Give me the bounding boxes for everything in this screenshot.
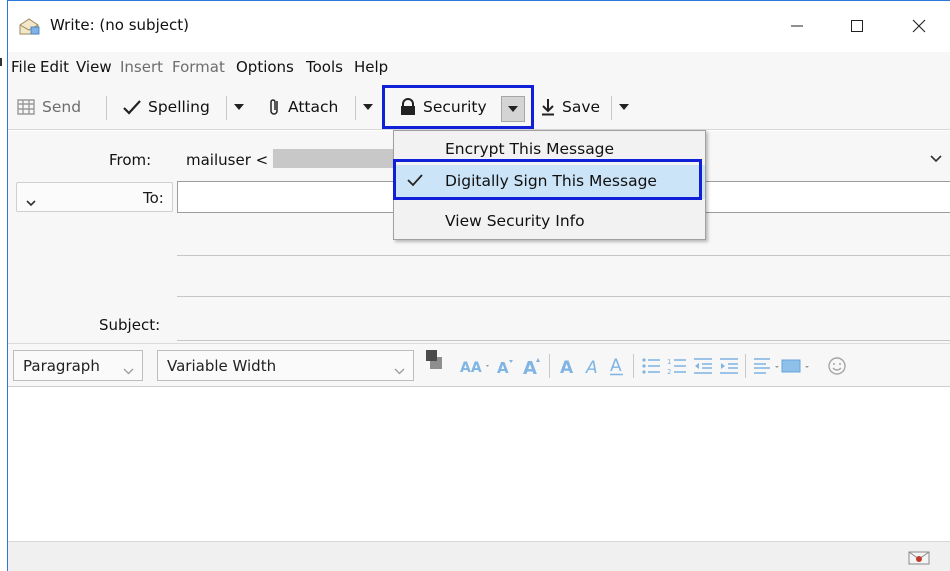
- menu-file[interactable]: File: [11, 58, 36, 76]
- svg-text:AA: AA: [460, 360, 482, 375]
- menu-options[interactable]: Options: [236, 58, 294, 76]
- redacted-address: [273, 149, 393, 168]
- attach-button[interactable]: Attach: [268, 94, 338, 120]
- font-family-value: Variable Width: [167, 357, 277, 375]
- svg-text:2: 2: [667, 368, 671, 375]
- underline-icon[interactable]: A: [609, 356, 625, 376]
- title-bar: Write: (no subject): [8, 1, 950, 51]
- chevron-down-icon: [123, 361, 134, 379]
- font-size-icon[interactable]: AA: [460, 356, 492, 376]
- save-dropdown[interactable]: [615, 94, 633, 120]
- security-highlight-box: [382, 85, 534, 129]
- outdent-icon[interactable]: [693, 356, 713, 376]
- text-color-icon[interactable]: [426, 350, 456, 370]
- message-body-editor[interactable]: [8, 388, 950, 541]
- from-value[interactable]: mailuser <: [186, 151, 268, 169]
- toolbar-separator: [226, 96, 227, 120]
- toolbar-separator: [611, 96, 612, 120]
- recipient-row-divider: [177, 296, 950, 297]
- larger-text-icon[interactable]: A: [523, 356, 543, 376]
- sign-highlight-box: [393, 159, 702, 200]
- status-bar: [8, 541, 950, 571]
- menu-tools[interactable]: Tools: [306, 58, 343, 76]
- svg-text:1: 1: [667, 358, 671, 366]
- insert-image-icon[interactable]: [781, 356, 811, 376]
- send-icon: [17, 99, 35, 115]
- download-arrow-icon: [542, 99, 554, 116]
- compose-envelope-icon: [18, 17, 40, 35]
- recipient-row-divider: [177, 255, 950, 256]
- format-separator: [633, 354, 634, 378]
- edge-artifact: [0, 58, 2, 66]
- format-separator: [745, 354, 746, 378]
- font-family-select[interactable]: Variable Width: [157, 350, 414, 381]
- spelling-label: Spelling: [148, 98, 210, 116]
- attach-label: Attach: [288, 98, 339, 116]
- menu-insert[interactable]: Insert: [120, 58, 163, 76]
- bullet-list-icon[interactable]: [641, 356, 661, 376]
- menu-item-label: Encrypt This Message: [445, 140, 615, 158]
- chevron-down-icon: [394, 361, 405, 379]
- triangle-down-icon: [363, 104, 373, 110]
- menu-item-view-security-info[interactable]: View Security Info: [394, 205, 705, 239]
- send-label: Send: [42, 98, 82, 116]
- attach-dropdown[interactable]: [359, 94, 377, 120]
- smiley-icon[interactable]: [827, 356, 847, 376]
- align-icon[interactable]: [753, 356, 781, 376]
- paperclip-icon: [270, 99, 278, 115]
- paragraph-format-select[interactable]: Paragraph: [13, 350, 143, 381]
- menu-item-label: View Security Info: [445, 212, 585, 230]
- menu-help[interactable]: Help: [354, 58, 388, 76]
- svg-text:A: A: [523, 358, 537, 376]
- subject-label: Subject:: [99, 316, 161, 334]
- minimize-button[interactable]: [774, 9, 820, 43]
- send-button[interactable]: Send: [16, 94, 81, 120]
- numbered-list-icon[interactable]: 1 2: [667, 356, 687, 376]
- from-label: From:: [109, 151, 152, 169]
- window-title: Write: (no subject): [50, 16, 189, 34]
- paragraph-format-value: Paragraph: [23, 357, 100, 375]
- svg-text:A: A: [610, 356, 622, 376]
- close-button[interactable]: [896, 9, 942, 43]
- indent-icon[interactable]: [719, 356, 739, 376]
- svg-text:A: A: [497, 359, 509, 375]
- security-status-icon[interactable]: [908, 550, 930, 570]
- toolbar-separator: [355, 96, 356, 120]
- to-label: To:: [143, 189, 164, 207]
- menu-view[interactable]: View: [76, 58, 112, 76]
- bold-icon[interactable]: A: [559, 356, 575, 376]
- triangle-down-icon: [619, 104, 629, 110]
- spelling-dropdown[interactable]: [230, 94, 248, 120]
- menu-format[interactable]: Format: [172, 58, 225, 76]
- save-label: Save: [562, 98, 601, 116]
- format-separator: [549, 354, 550, 378]
- menu-bar: File Edit View Insert Format Options Too…: [8, 52, 950, 82]
- subject-input[interactable]: [177, 340, 950, 341]
- save-button[interactable]: Save: [540, 94, 600, 120]
- chevron-down-icon: [26, 193, 36, 211]
- compose-window: Write: (no subject) File Edit View Inser…: [7, 0, 950, 571]
- svg-text:A: A: [560, 358, 574, 375]
- maximize-button[interactable]: [834, 9, 880, 43]
- menu-edit[interactable]: Edit: [40, 58, 69, 76]
- spelling-button[interactable]: Spelling: [122, 94, 210, 120]
- chevron-down-icon[interactable]: [930, 149, 942, 167]
- toolbar-separator: [106, 96, 107, 120]
- italic-icon[interactable]: A: [585, 356, 601, 376]
- format-toolbar: Paragraph Variable Width AA A A A A A 1 …: [8, 343, 950, 387]
- svg-text:A: A: [585, 358, 598, 375]
- recipient-type-toggle[interactable]: To:: [16, 182, 173, 212]
- smaller-text-icon[interactable]: A: [497, 356, 515, 376]
- checkmark-icon: [123, 100, 141, 115]
- triangle-down-icon: [234, 104, 244, 110]
